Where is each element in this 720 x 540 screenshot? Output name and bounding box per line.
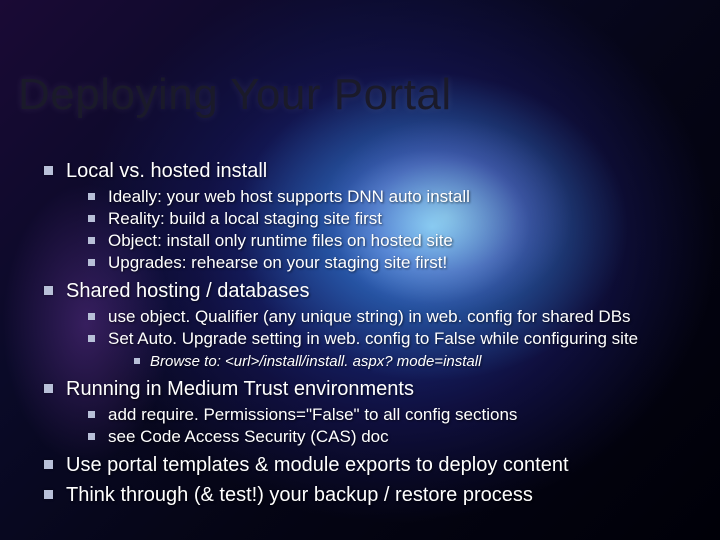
bullet-sublist: Ideally: your web host supports DNN auto…	[86, 186, 700, 274]
bullet-lvl1: Think through (& test!) your backup / re…	[40, 482, 700, 508]
bullet-text: Upgrades: rehearse on your staging site …	[108, 253, 447, 272]
bullet-lvl2: Ideally: your web host supports DNN auto…	[86, 186, 700, 208]
bullet-text: Reality: build a local staging site firs…	[108, 209, 382, 228]
bullet-text: Running in Medium Trust environments	[66, 378, 414, 400]
bullet-lvl2: Set Auto. Upgrade setting in web. config…	[86, 328, 700, 371]
slide-title: Deploying Your Portal	[18, 70, 452, 120]
bullet-text: use object. Qualifier (any unique string…	[108, 307, 631, 326]
bullet-list: Local vs. hosted install Ideally: your w…	[40, 158, 700, 508]
bullet-lvl2: use object. Qualifier (any unique string…	[86, 306, 700, 328]
bullet-text: Object: install only runtime files on ho…	[108, 231, 453, 250]
bullet-text: Ideally: your web host supports DNN auto…	[108, 187, 470, 206]
bullet-lvl3: Browse to: <url>/install/install. aspx? …	[132, 352, 700, 372]
bullet-lvl1: Local vs. hosted install Ideally: your w…	[40, 158, 700, 274]
bullet-text: Browse to: <url>/install/install. aspx? …	[150, 353, 481, 370]
bullet-lvl2: Object: install only runtime files on ho…	[86, 230, 700, 252]
bullet-lvl1: Shared hosting / databases use object. Q…	[40, 278, 700, 371]
bullet-lvl1: Running in Medium Trust environments add…	[40, 376, 700, 448]
bullet-lvl2: add require. Permissions="False" to all …	[86, 404, 700, 426]
bullet-text: add require. Permissions="False" to all …	[108, 405, 517, 424]
bullet-sublist: add require. Permissions="False" to all …	[86, 404, 700, 448]
bullet-text: Use portal templates & module exports to…	[66, 454, 569, 476]
bullet-lvl2: Reality: build a local staging site firs…	[86, 208, 700, 230]
slide-body: Local vs. hosted install Ideally: your w…	[40, 158, 700, 512]
bullet-text: Think through (& test!) your backup / re…	[66, 484, 533, 506]
bullet-text: Set Auto. Upgrade setting in web. config…	[108, 329, 638, 348]
bullet-lvl2: see Code Access Security (CAS) doc	[86, 426, 700, 448]
bullet-lvl1: Use portal templates & module exports to…	[40, 452, 700, 478]
bullet-text: see Code Access Security (CAS) doc	[108, 427, 389, 446]
bullet-text: Local vs. hosted install	[66, 160, 267, 182]
bullet-sublist: use object. Qualifier (any unique string…	[86, 306, 700, 371]
bullet-subsublist: Browse to: <url>/install/install. aspx? …	[132, 352, 700, 372]
bullet-lvl2: Upgrades: rehearse on your staging site …	[86, 252, 700, 274]
bullet-text: Shared hosting / databases	[66, 280, 310, 302]
slide: Deploying Your Portal Local vs. hosted i…	[0, 0, 720, 540]
